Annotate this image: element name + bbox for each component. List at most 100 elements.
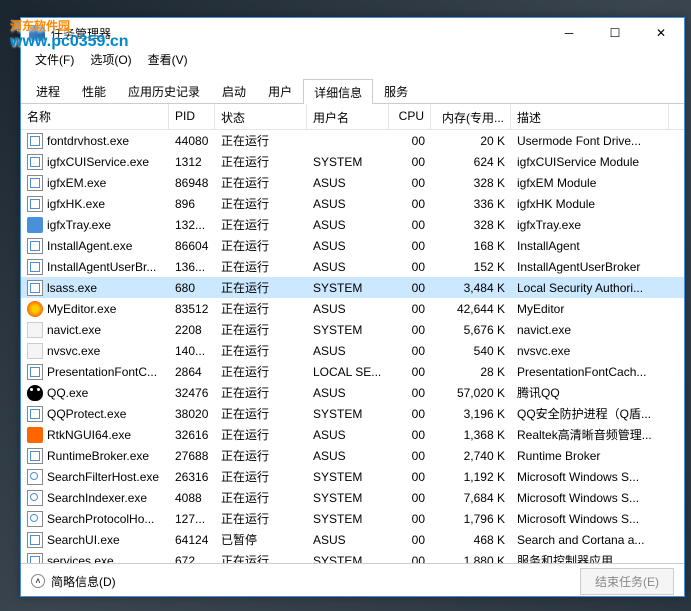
- process-pid: 38020: [169, 405, 215, 423]
- maximize-button[interactable]: ☐: [592, 18, 638, 48]
- fewer-details-button[interactable]: ˄ 简略信息(D): [31, 573, 116, 590]
- process-name: RuntimeBroker.exe: [47, 449, 149, 463]
- process-mem: 328 K: [431, 216, 511, 234]
- process-pid: 132...: [169, 216, 215, 234]
- table-body[interactable]: fontdrvhost.exe44080正在运行0020 KUsermode F…: [21, 130, 684, 564]
- table-row[interactable]: RuntimeBroker.exe27688正在运行ASUS002,740 KR…: [21, 445, 684, 466]
- process-desc: Microsoft Windows S...: [511, 489, 669, 507]
- table-row[interactable]: InstallAgentUserBr...136...正在运行ASUS00152…: [21, 256, 684, 277]
- table-row[interactable]: fontdrvhost.exe44080正在运行0020 KUsermode F…: [21, 130, 684, 151]
- table-row[interactable]: igfxEM.exe86948正在运行ASUS00328 KigfxEM Mod…: [21, 172, 684, 193]
- window-title: 任务管理器: [51, 25, 546, 42]
- table-row[interactable]: lsass.exe680正在运行SYSTEM003,484 KLocal Sec…: [21, 277, 684, 298]
- tab-services[interactable]: 服务: [373, 78, 419, 103]
- titlebar[interactable]: 任务管理器 ─ ☐ ✕: [21, 18, 684, 48]
- process-user: SYSTEM: [307, 321, 389, 339]
- process-mem: 1,368 K: [431, 426, 511, 444]
- process-icon: [27, 238, 43, 254]
- footer: ˄ 简略信息(D) 结束任务(E): [21, 564, 684, 598]
- process-name: RtkNGUI64.exe: [47, 428, 131, 442]
- process-status: 正在运行: [215, 130, 307, 151]
- process-desc: Microsoft Windows S...: [511, 468, 669, 486]
- process-name: InstallAgentUserBr...: [47, 260, 156, 274]
- process-mem: 152 K: [431, 258, 511, 276]
- process-desc: Realtek高清晰音频管理...: [511, 424, 669, 445]
- process-icon: [27, 175, 43, 191]
- col-status[interactable]: 状态: [215, 104, 307, 129]
- col-pid[interactable]: PID: [169, 104, 215, 129]
- process-mem: 540 K: [431, 342, 511, 360]
- table-row[interactable]: navict.exe2208正在运行SYSTEM005,676 Knavict.…: [21, 319, 684, 340]
- process-icon: [27, 448, 43, 464]
- table-row[interactable]: igfxTray.exe132...正在运行ASUS00328 KigfxTra…: [21, 214, 684, 235]
- process-name: services.exe: [47, 554, 114, 565]
- process-user: ASUS: [307, 216, 389, 234]
- table-row[interactable]: SearchUI.exe64124已暂停ASUS00468 KSearch an…: [21, 529, 684, 550]
- app-icon: [29, 25, 45, 41]
- minimize-button[interactable]: ─: [546, 18, 592, 48]
- process-name: igfxTray.exe: [47, 218, 111, 232]
- process-pid: 1312: [169, 153, 215, 171]
- tab-apphistory[interactable]: 应用历史记录: [117, 78, 211, 103]
- process-icon: [27, 259, 43, 275]
- table-row[interactable]: QQProtect.exe38020正在运行SYSTEM003,196 KQQ安…: [21, 403, 684, 424]
- col-desc[interactable]: 描述: [511, 104, 669, 129]
- tab-performance[interactable]: 性能: [71, 78, 117, 103]
- process-icon: [27, 154, 43, 170]
- process-icon: [27, 427, 43, 443]
- process-desc: 服务和控制器应用: [511, 550, 669, 564]
- process-mem: 7,684 K: [431, 489, 511, 507]
- process-status: 正在运行: [215, 466, 307, 487]
- process-icon: [27, 280, 43, 296]
- tab-startup[interactable]: 启动: [211, 78, 257, 103]
- process-icon: [27, 364, 43, 380]
- table-row[interactable]: services.exe672正在运行SYSTEM001,880 K服务和控制器…: [21, 550, 684, 564]
- process-desc: QQ安全防护进程（Q盾...: [511, 403, 669, 424]
- table-row[interactable]: nvsvc.exe140...正在运行ASUS00540 Knvsvc.exe: [21, 340, 684, 361]
- tab-details[interactable]: 详细信息: [303, 79, 373, 104]
- process-pid: 896: [169, 195, 215, 213]
- process-status: 正在运行: [215, 277, 307, 298]
- table-row[interactable]: SearchFilterHost.exe26316正在运行SYSTEM001,1…: [21, 466, 684, 487]
- table-row[interactable]: SearchIndexer.exe4088正在运行SYSTEM007,684 K…: [21, 487, 684, 508]
- process-user: ASUS: [307, 174, 389, 192]
- table-row[interactable]: RtkNGUI64.exe32616正在运行ASUS001,368 KRealt…: [21, 424, 684, 445]
- process-pid: 27688: [169, 447, 215, 465]
- close-button[interactable]: ✕: [638, 18, 684, 48]
- process-icon: [27, 301, 43, 317]
- process-desc: navict.exe: [511, 321, 669, 339]
- process-name: igfxEM.exe: [47, 176, 106, 190]
- table-row[interactable]: igfxHK.exe896正在运行ASUS00336 KigfxHK Modul…: [21, 193, 684, 214]
- col-cpu[interactable]: CPU: [389, 104, 431, 129]
- table-row[interactable]: PresentationFontC...2864正在运行LOCAL SE...0…: [21, 361, 684, 382]
- process-user: SYSTEM: [307, 468, 389, 486]
- process-name: QQProtect.exe: [47, 407, 126, 421]
- process-name: navict.exe: [47, 323, 101, 337]
- process-cpu: 00: [389, 321, 431, 339]
- col-memory[interactable]: 内存(专用...: [431, 104, 511, 129]
- process-pid: 44080: [169, 132, 215, 150]
- col-user[interactable]: 用户名: [307, 104, 389, 129]
- process-desc: igfxTray.exe: [511, 216, 669, 234]
- end-task-button[interactable]: 结束任务(E): [580, 568, 674, 595]
- col-name[interactable]: 名称: [21, 104, 169, 129]
- table-row[interactable]: InstallAgent.exe86604正在运行ASUS00168 KInst…: [21, 235, 684, 256]
- process-name: PresentationFontC...: [47, 365, 157, 379]
- process-name: QQ.exe: [47, 386, 88, 400]
- tab-processes[interactable]: 进程: [25, 78, 71, 103]
- tab-users[interactable]: 用户: [257, 78, 303, 103]
- menu-options[interactable]: 选项(O): [84, 49, 137, 70]
- process-cpu: 00: [389, 132, 431, 150]
- process-name: SearchIndexer.exe: [47, 491, 147, 505]
- menu-view[interactable]: 查看(V): [142, 49, 194, 70]
- table-row[interactable]: SearchProtocolHo...127...正在运行SYSTEM001,7…: [21, 508, 684, 529]
- process-icon: [27, 406, 43, 422]
- table-row[interactable]: QQ.exe32476正在运行ASUS0057,020 K腾讯QQ: [21, 382, 684, 403]
- process-mem: 624 K: [431, 153, 511, 171]
- process-desc: Search and Cortana a...: [511, 531, 669, 549]
- process-desc: InstallAgent: [511, 237, 669, 255]
- menu-file[interactable]: 文件(F): [29, 49, 80, 70]
- table-row[interactable]: igfxCUIService.exe1312正在运行SYSTEM00624 Ki…: [21, 151, 684, 172]
- table-row[interactable]: MyEditor.exe83512正在运行ASUS0042,644 KMyEdi…: [21, 298, 684, 319]
- process-status: 正在运行: [215, 508, 307, 529]
